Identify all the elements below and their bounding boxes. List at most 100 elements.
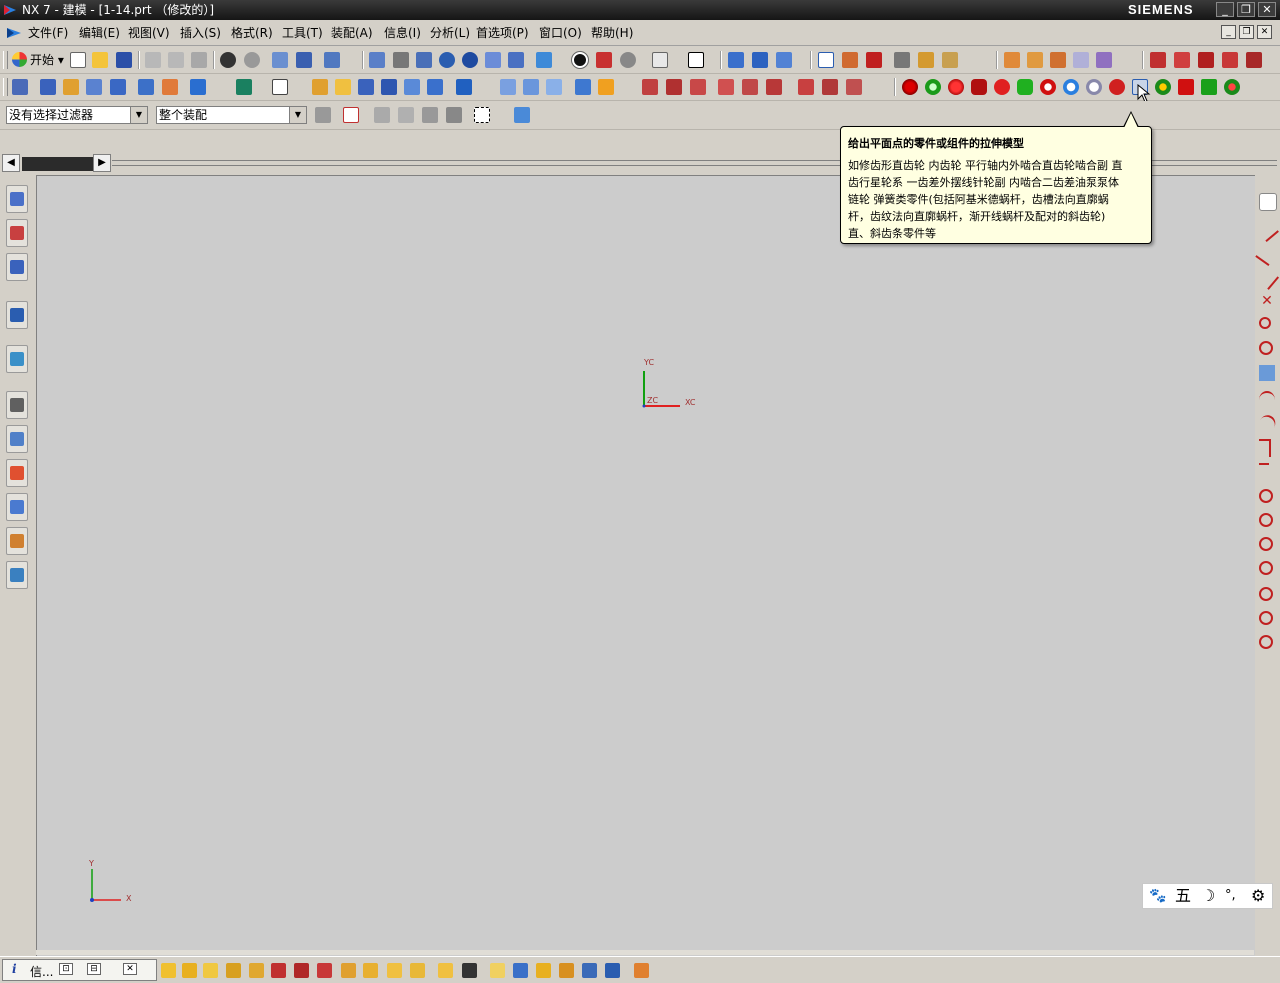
system-scenes-tab[interactable]	[6, 561, 28, 589]
extrude-icon[interactable]	[63, 79, 79, 95]
line-icon[interactable]	[1255, 217, 1279, 243]
spline-icon[interactable]	[690, 79, 706, 95]
menu-edit[interactable]: 编辑(E)	[79, 25, 120, 41]
chevron-down-icon[interactable]: ▼	[289, 107, 306, 123]
manufacturing-wizards-tab[interactable]	[6, 493, 28, 521]
render-style-icon[interactable]	[571, 51, 589, 69]
circle-6-icon[interactable]	[1259, 611, 1273, 625]
boss-icon[interactable]	[138, 79, 154, 95]
paste-icon[interactable]	[191, 52, 207, 68]
save-icon[interactable]	[116, 52, 132, 68]
circle-icon[interactable]	[1259, 489, 1273, 503]
shaded-cube-icon[interactable]	[536, 52, 552, 68]
law-curve-icon[interactable]	[822, 79, 838, 95]
line-3-icon[interactable]	[1254, 266, 1280, 290]
planetary-icon[interactable]	[994, 79, 1010, 95]
circle-pair-icon[interactable]	[1259, 341, 1273, 355]
wireframe-icon[interactable]	[596, 52, 612, 68]
new-file-icon[interactable]	[70, 52, 86, 68]
rect-icon[interactable]	[718, 79, 734, 95]
snap-point-on-icon[interactable]	[410, 963, 425, 978]
measure-length-icon[interactable]	[942, 52, 958, 68]
graphics-window[interactable]: YC XC ZC Y X	[36, 175, 1255, 956]
helical-gear-icon[interactable]	[948, 79, 964, 95]
rectangle-select-icon[interactable]	[474, 107, 490, 123]
curve-trim-icon[interactable]	[1246, 52, 1262, 68]
snap-all-icon[interactable]	[462, 963, 477, 978]
measure-angle-icon[interactable]	[918, 52, 934, 68]
menu-help[interactable]: 帮助(H)	[591, 25, 633, 41]
feature-rule-icon[interactable]	[446, 107, 462, 123]
chain-icon[interactable]	[1224, 79, 1240, 95]
tube-icon[interactable]	[598, 79, 614, 95]
gear-shaft-icon[interactable]	[1201, 79, 1217, 95]
snap-arc-icon[interactable]	[438, 963, 453, 978]
line-2-icon[interactable]	[1255, 242, 1279, 266]
type-filter-dropdown[interactable]: 没有选择过滤器 ▼	[6, 106, 148, 124]
constraint-navigator-tab[interactable]	[6, 219, 28, 247]
snap-intersection-icon[interactable]	[226, 963, 241, 978]
tab-restore-button[interactable]: ⊡	[59, 963, 73, 975]
studio-icon[interactable]	[620, 52, 636, 68]
sew-icon[interactable]	[575, 79, 591, 95]
command-finder-icon[interactable]	[324, 52, 340, 68]
point-set-icon[interactable]	[666, 79, 682, 95]
spring-icon[interactable]	[1086, 79, 1102, 95]
snap-pole-icon[interactable]	[387, 963, 402, 978]
tab-left-arrow[interactable]: ◀	[2, 154, 20, 172]
corner-icon[interactable]	[1259, 439, 1271, 457]
menu-file[interactable]: 文件(F)	[28, 25, 68, 41]
bevel-gear-icon[interactable]	[1178, 79, 1194, 95]
doc-minimize-button[interactable]: _	[1221, 25, 1236, 39]
close-button[interactable]: ✕	[1258, 2, 1276, 17]
draft-icon[interactable]	[358, 79, 374, 95]
snap-on-face-icon[interactable]	[341, 963, 356, 978]
system-materials-tab[interactable]	[6, 425, 28, 453]
menu-window[interactable]: 窗口(O)	[539, 25, 582, 41]
helix-icon[interactable]	[798, 79, 814, 95]
open-folder-icon[interactable]	[92, 52, 108, 68]
curve-rule-icon[interactable]	[374, 107, 390, 123]
scale-body-icon[interactable]	[546, 79, 562, 95]
snap-endpoint-icon[interactable]	[161, 963, 176, 978]
show-hide-icon[interactable]	[513, 963, 528, 978]
layer-visible-icon[interactable]	[752, 52, 768, 68]
split-body-icon[interactable]	[456, 79, 472, 95]
snap-bounded-icon[interactable]	[363, 963, 378, 978]
feature-more-icon[interactable]	[1096, 52, 1112, 68]
bounded-plane-icon[interactable]	[1259, 365, 1275, 381]
redo-icon[interactable]	[244, 52, 260, 68]
snap-settings-icon[interactable]	[343, 107, 359, 123]
menu-preferences[interactable]: 首选项(P)	[476, 25, 529, 41]
gear-icon[interactable]: ⚙	[1251, 886, 1265, 906]
feature-box-icon[interactable]	[1004, 52, 1020, 68]
chamfer-icon[interactable]	[312, 79, 328, 95]
toolbar-grip[interactable]	[3, 51, 8, 69]
curve-arc-icon[interactable]	[1174, 52, 1190, 68]
arc-2-icon[interactable]	[1255, 412, 1279, 436]
moon-icon[interactable]: ☽	[1201, 886, 1215, 906]
circle-2-icon[interactable]	[1259, 513, 1273, 527]
feature-cone-icon[interactable]	[1050, 52, 1066, 68]
rack-icon[interactable]	[1155, 79, 1171, 95]
tab-close-button[interactable]: ✕	[123, 963, 137, 975]
part-list-icon[interactable]	[582, 963, 597, 978]
ellipse-icon[interactable]	[766, 79, 782, 95]
magnify-icon[interactable]	[439, 52, 455, 68]
orient-view-icon[interactable]	[652, 52, 668, 68]
offset-face-icon[interactable]	[523, 79, 539, 95]
edge-blend-icon[interactable]	[272, 79, 288, 95]
snap-midpoint-icon[interactable]	[182, 963, 197, 978]
datum-icon[interactable]	[236, 79, 252, 95]
process-studio-tab[interactable]	[6, 459, 28, 487]
menu-view[interactable]: 视图(V)	[128, 25, 170, 41]
assembly-navigator-icon[interactable]	[12, 79, 28, 95]
snap-existing-icon[interactable]	[294, 963, 309, 978]
selection-icon[interactable]	[1259, 193, 1277, 211]
pocket-icon[interactable]	[162, 79, 178, 95]
select-general-icon[interactable]	[818, 52, 834, 68]
package-icon[interactable]	[634, 963, 649, 978]
sketch-icon[interactable]	[40, 79, 56, 95]
copy-icon[interactable]	[168, 52, 184, 68]
arc-icon[interactable]	[1259, 391, 1275, 409]
